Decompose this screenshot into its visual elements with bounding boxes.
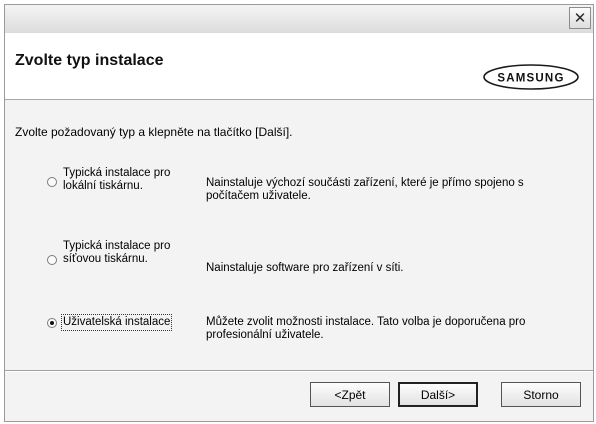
- close-icon: ✕: [573, 9, 587, 27]
- cancel-button[interactable]: Storno: [501, 382, 581, 407]
- logo-text: SAMSUNG: [497, 73, 564, 85]
- installer-dialog: ✕ Zvolte typ instalace SAMSUNG Zvolte po…: [4, 4, 594, 422]
- back-button[interactable]: <Zpět: [310, 382, 390, 407]
- radio-custom[interactable]: [47, 318, 57, 328]
- option-description-typical-network: Nainstaluje software pro zařízení v síti…: [206, 262, 404, 274]
- samsung-logo: SAMSUNG: [483, 64, 579, 90]
- option-label-custom[interactable]: Uživatelská instalace: [60, 314, 173, 331]
- radio-typical-local[interactable]: [47, 177, 57, 187]
- close-button[interactable]: ✕: [569, 7, 591, 29]
- option-description-custom: Můžete zvolit možnosti instalace. Tato v…: [206, 316, 526, 341]
- option-description-typical-local: Nainstaluje výchozí součásti zařízení, k…: [206, 177, 524, 202]
- title-bar: ✕: [5, 5, 593, 34]
- option-label-typical-network[interactable]: Typická instalace pro síťovou tiskárnu.: [63, 240, 183, 266]
- instruction-text: Zvolte požadovaný typ a klepněte na tlač…: [15, 125, 293, 139]
- footer-divider: [5, 370, 593, 372]
- next-button[interactable]: Další>: [398, 382, 478, 407]
- wizard-header: Zvolte typ instalace SAMSUNG: [5, 33, 593, 100]
- page-title: Zvolte typ instalace: [15, 52, 164, 69]
- option-label-typical-local[interactable]: Typická instalace pro lokální tiskárnu.: [63, 167, 183, 193]
- radio-typical-network[interactable]: [47, 255, 57, 265]
